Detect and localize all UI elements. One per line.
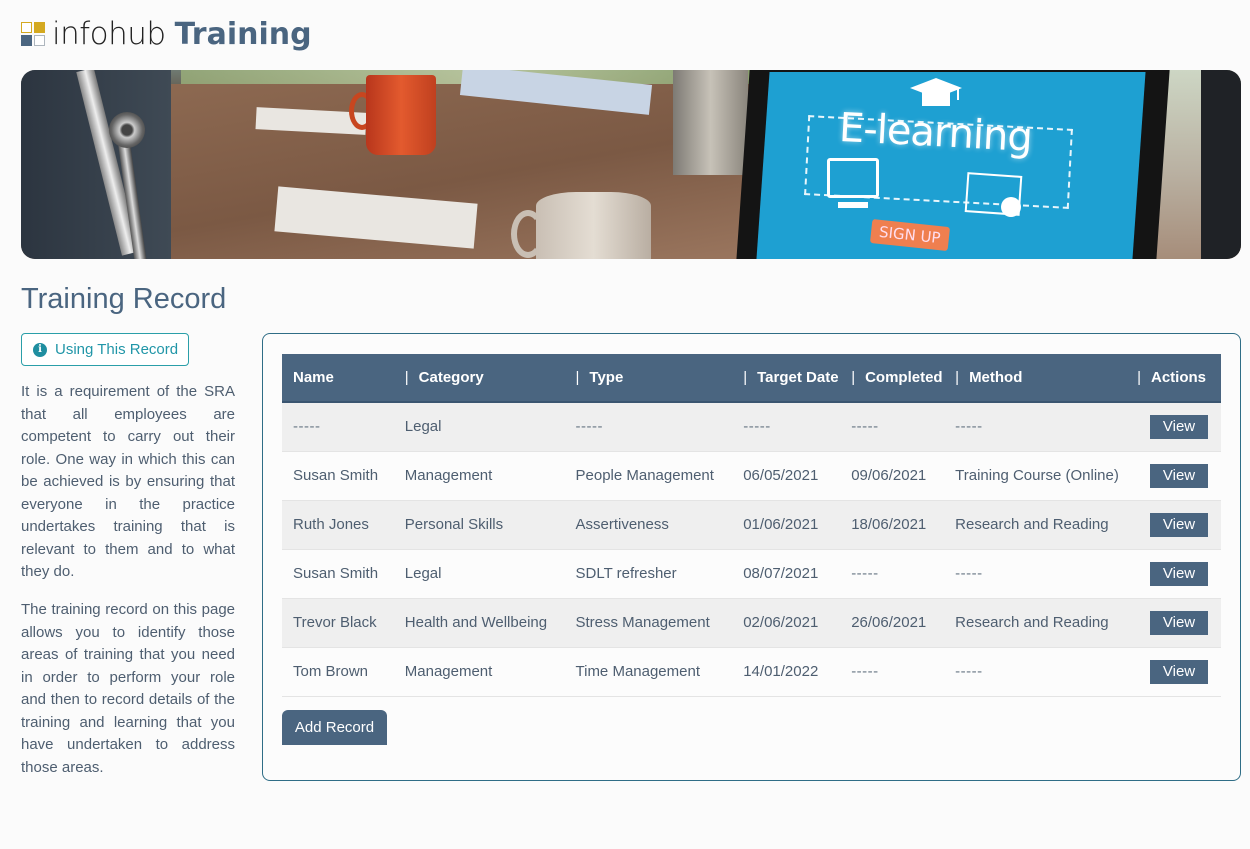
red-mug bbox=[366, 75, 436, 155]
cell-actions: View bbox=[1126, 598, 1221, 648]
view-button[interactable]: View bbox=[1150, 414, 1208, 439]
cell-actions: View bbox=[1126, 451, 1221, 501]
table-row: ----- Legal ----- ----- ----- ----- View bbox=[282, 402, 1221, 452]
graduation-cap-icon bbox=[910, 78, 962, 106]
training-record-table: Name | Category | Type | Target Date | Compl… bbox=[282, 354, 1221, 697]
table-row: Trevor Black Health and Wellbeing Stress M… bbox=[282, 598, 1221, 648]
cell-method: Training Course (Online) bbox=[944, 451, 1127, 501]
column-header-method[interactable]: | Method bbox=[944, 354, 1127, 403]
cell-actions: View bbox=[1126, 549, 1221, 599]
cell-name: Susan Smith bbox=[282, 549, 394, 599]
intro-paragraph: It is a requirement of the SRA that all … bbox=[21, 383, 235, 580]
cell-target-date: 06/05/2021 bbox=[732, 451, 841, 501]
logo-text: infohub bbox=[52, 16, 166, 52]
cell-type: People Management bbox=[564, 451, 733, 501]
cell-type: Assertiveness bbox=[564, 500, 733, 550]
cell-category: Legal bbox=[393, 549, 565, 599]
column-header-type[interactable]: | Type bbox=[564, 354, 733, 403]
view-button[interactable]: View bbox=[1150, 463, 1208, 488]
logo-product: Training bbox=[174, 16, 312, 52]
cell-completed: ----- bbox=[840, 402, 945, 452]
cell-method: ----- bbox=[944, 549, 1127, 599]
table-row: Susan Smith Management People Management 06… bbox=[282, 451, 1221, 501]
cell-method: Research and Reading bbox=[944, 598, 1127, 648]
cell-category: Management bbox=[393, 451, 565, 501]
monitor-icon bbox=[827, 158, 879, 198]
page-title: Training Record bbox=[21, 283, 227, 315]
cell-method: ----- bbox=[944, 402, 1127, 452]
cell-name: ----- bbox=[282, 402, 394, 452]
column-header-target-date[interactable]: | Target Date bbox=[732, 354, 841, 403]
hero-banner-image: E-learning SIGN UP bbox=[21, 70, 1241, 259]
cell-category: Legal bbox=[393, 402, 565, 452]
cell-category: Management bbox=[393, 647, 565, 697]
cell-name: Trevor Black bbox=[282, 598, 394, 648]
column-header-actions: | Actions bbox=[1126, 354, 1221, 403]
using-this-record-label: Using This Record bbox=[55, 341, 179, 358]
cell-completed: ----- bbox=[840, 549, 945, 599]
cell-actions: View bbox=[1126, 647, 1221, 697]
cell-actions: View bbox=[1126, 402, 1221, 452]
cell-type: Time Management bbox=[564, 647, 733, 697]
infohub-logo[interactable]: infohub Training bbox=[21, 16, 312, 52]
cell-name: Susan Smith bbox=[282, 451, 394, 501]
cell-type: SDLT refresher bbox=[564, 549, 733, 599]
using-this-record-button[interactable]: i Using This Record bbox=[21, 333, 189, 366]
table-row: Ruth Jones Personal Skills Assertiveness 01… bbox=[282, 500, 1221, 550]
column-header-name[interactable]: Name bbox=[282, 354, 394, 403]
view-button[interactable]: View bbox=[1150, 512, 1208, 537]
cell-method: Research and Reading bbox=[944, 500, 1127, 550]
table-row: Susan Smith Legal SDLT refresher 08/07/2021… bbox=[282, 549, 1221, 599]
cell-completed: 26/06/2021 bbox=[840, 598, 945, 648]
cell-target-date: 14/01/2022 bbox=[732, 647, 841, 697]
view-button[interactable]: View bbox=[1150, 610, 1208, 635]
column-header-category[interactable]: | Category bbox=[393, 354, 565, 403]
table-row: Tom Brown Management Time Management 14/01/… bbox=[282, 647, 1221, 697]
table-header-row: Name | Category | Type | Target Date | Compl… bbox=[282, 354, 1221, 403]
add-record-button[interactable]: Add Record bbox=[282, 710, 387, 745]
cell-target-date: 08/07/2021 bbox=[732, 549, 841, 599]
cell-target-date: 01/06/2021 bbox=[732, 500, 841, 550]
info-icon: i bbox=[33, 342, 47, 357]
cell-category: Personal Skills bbox=[393, 500, 565, 550]
intro-paragraph: The training record on this page allows … bbox=[21, 601, 235, 776]
cell-name: Tom Brown bbox=[282, 647, 394, 697]
training-record-panel: Name | Category | Type | Target Date | Compl… bbox=[262, 333, 1241, 781]
white-mug bbox=[536, 192, 651, 259]
view-button[interactable]: View bbox=[1150, 659, 1208, 684]
cell-type: ----- bbox=[564, 402, 733, 452]
cell-method: ----- bbox=[944, 647, 1127, 697]
cell-completed: 18/06/2021 bbox=[840, 500, 945, 550]
cell-completed: 09/06/2021 bbox=[840, 451, 945, 501]
cell-target-date: 02/06/2021 bbox=[732, 598, 841, 648]
cell-actions: View bbox=[1126, 500, 1221, 550]
cell-target-date: ----- bbox=[732, 402, 841, 452]
cell-name: Ruth Jones bbox=[282, 500, 394, 550]
cell-completed: ----- bbox=[840, 647, 945, 697]
view-button[interactable]: View bbox=[1150, 561, 1208, 586]
logo-mark-icon bbox=[21, 22, 45, 46]
column-header-completed[interactable]: | Completed bbox=[840, 354, 945, 403]
cell-category: Health and Wellbeing bbox=[393, 598, 565, 648]
cell-type: Stress Management bbox=[564, 598, 733, 648]
